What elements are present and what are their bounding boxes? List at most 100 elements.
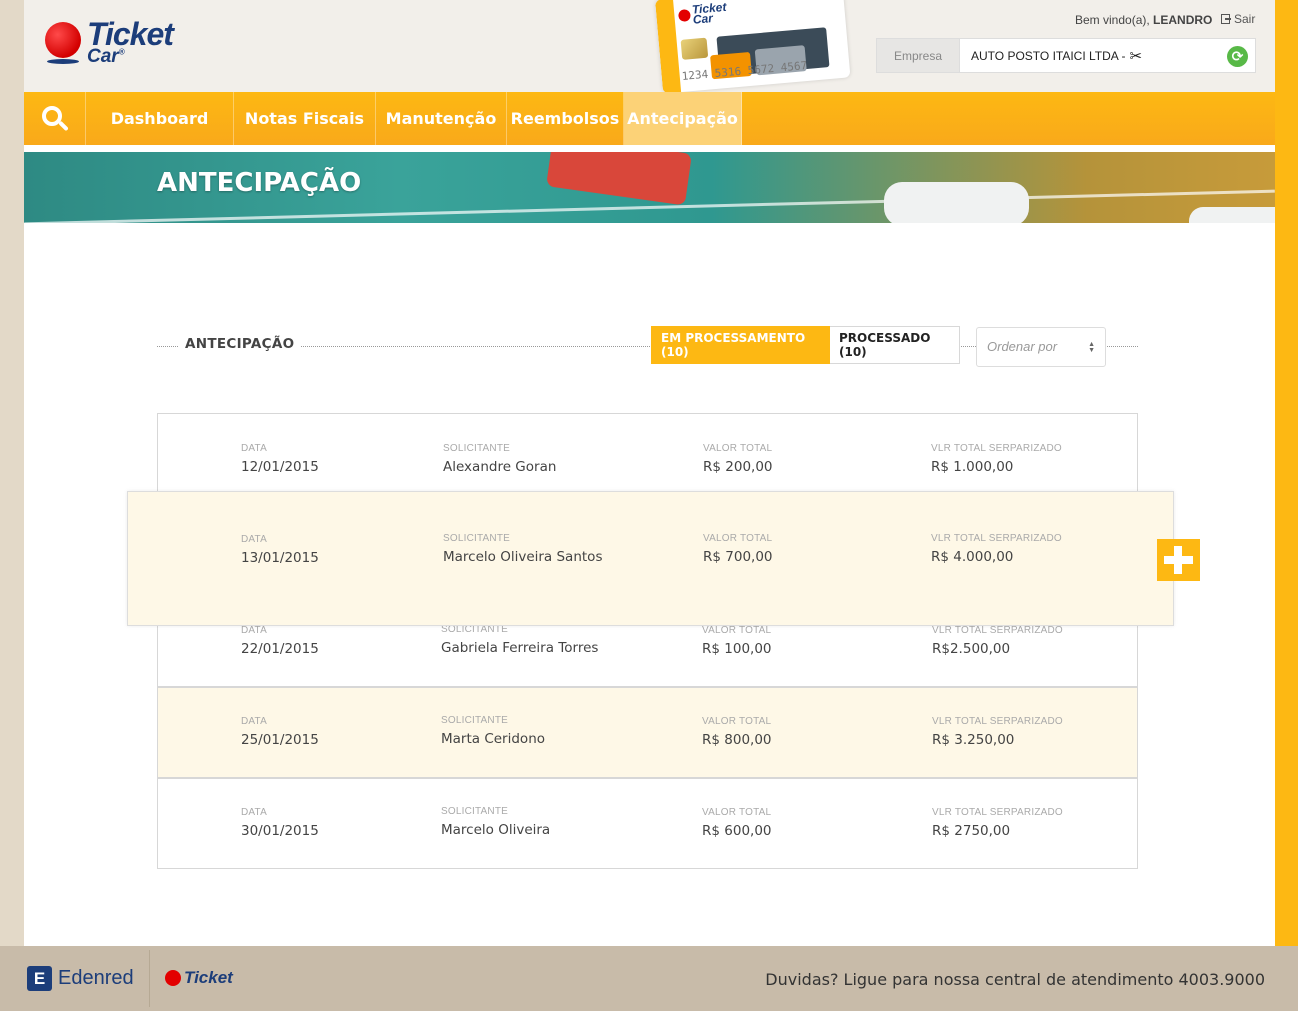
cell-solicitante: SOLICITANTE Marta Ceridono	[441, 715, 545, 747]
cell-valor-total: VALOR TOTAL R$ 800,00	[702, 716, 772, 748]
nav-item-notas-fiscais[interactable]: Notas Fiscais	[234, 92, 376, 145]
label-vlr-total-serparizado: VLR TOTAL SERPARIZADO	[931, 443, 1062, 454]
cell-vlr-total-serparizado: VLR TOTAL SERPARIZADO R$ 4.000,00	[931, 533, 1062, 565]
cell-vlr-total-serparizado: VLR TOTAL SERPARIZADO R$ 1.000,00	[931, 443, 1062, 475]
tab-processado[interactable]: PROCESSADO (10)	[830, 326, 960, 364]
order-by-placeholder: Ordenar por	[987, 339, 1058, 354]
label-solicitante: SOLICITANTE	[443, 443, 511, 454]
logout-link[interactable]: Sair	[1221, 12, 1255, 26]
logo-car-text: Car®	[87, 46, 125, 68]
ticket-car-logo[interactable]: Ticket Car®	[45, 16, 195, 68]
tab-em-processamento[interactable]: EM PROCESSAMENTO (10)	[651, 326, 830, 364]
label-valor-total: VALOR TOTAL	[702, 716, 772, 727]
cell-vlr-total-serparizado: VLR TOTAL SERPARIZADO R$ 3.250,00	[932, 716, 1063, 748]
banner-white-car	[884, 182, 1029, 223]
value-vlr-total-serparizado: R$2.500,00	[932, 641, 1011, 657]
logout-icon	[1221, 14, 1231, 24]
table-row[interactable]: DATA 30/01/2015 SOLICITANTE Marcelo Olivei…	[157, 778, 1138, 869]
value-valor-total: R$ 700,00	[703, 549, 773, 565]
footer-divider	[149, 950, 150, 1007]
value-valor-total: R$ 200,00	[703, 459, 773, 475]
empresa-value-text: AUTO POSTO ITAICI LTDA -	[971, 48, 1126, 63]
right-accent-strip	[1275, 0, 1298, 946]
card-chip-icon	[680, 37, 709, 60]
ticket-footer-logo[interactable]: Ticket	[165, 968, 233, 988]
empresa-label: Empresa	[877, 39, 960, 72]
cell-data: DATA 25/01/2015	[241, 716, 319, 748]
welcome-text: Bem vindo(a),	[1075, 13, 1150, 27]
banner-red-car	[546, 152, 692, 206]
cell-vlr-total-serparizado: VLR TOTAL SERPARIZADO R$2.500,00	[932, 625, 1063, 657]
nav-item-reembolsos[interactable]: Reembolsos	[507, 92, 624, 145]
left-background-strip	[0, 0, 24, 946]
empresa-selector[interactable]: Empresa AUTO POSTO ITAICI LTDA - ✂ ⟳	[876, 38, 1256, 73]
value-data: 12/01/2015	[241, 459, 319, 475]
value-data: 30/01/2015	[241, 823, 319, 839]
table-row[interactable]: DATA 25/01/2015 SOLICITANTE Marta Ceridono…	[157, 687, 1138, 778]
cell-data: DATA 12/01/2015	[241, 443, 319, 475]
logo-car-word: Car	[87, 46, 119, 67]
label-valor-total: VALOR TOTAL	[702, 625, 772, 636]
nav-item-dashboard[interactable]: Dashboard	[86, 92, 234, 145]
main-nav: Dashboard Notas Fiscais Manutenção Reemb…	[24, 92, 1275, 145]
cell-solicitante: SOLICITANTE Marcelo Oliveira Santos	[443, 533, 602, 565]
value-vlr-total-serparizado: R$ 2750,00	[932, 823, 1011, 839]
value-vlr-total-serparizado: R$ 1.000,00	[931, 459, 1014, 475]
table-row-expanded[interactable]: DATA 13/01/2015 SOLICITANTE Marcelo Olivei…	[127, 491, 1174, 626]
section-title: ANTECIPAÇÃO	[179, 336, 301, 352]
nav-item-antecipacao[interactable]: Antecipação	[624, 92, 742, 145]
logo-dot-icon	[45, 22, 81, 58]
label-data: DATA	[241, 807, 267, 818]
cell-data: DATA 13/01/2015	[241, 534, 319, 566]
label-vlr-total-serparizado: VLR TOTAL SERPARIZADO	[932, 625, 1063, 636]
label-vlr-total-serparizado: VLR TOTAL SERPARIZADO	[932, 807, 1063, 818]
cell-vlr-total-serparizado: VLR TOTAL SERPARIZADO R$ 2750,00	[932, 807, 1063, 839]
page-banner: ANTECIPAÇÃO	[24, 152, 1275, 223]
label-data: DATA	[241, 716, 267, 727]
label-solicitante: SOLICITANTE	[441, 806, 509, 817]
empresa-value[interactable]: AUTO POSTO ITAICI LTDA - ✂	[960, 39, 1255, 72]
plus-icon[interactable]	[1157, 539, 1200, 581]
sort-arrows-icon: ▲ ▼	[1088, 341, 1095, 354]
value-solicitante: Gabriela Ferreira Torres	[441, 640, 599, 656]
banner-white-car-2	[1189, 207, 1275, 223]
cell-valor-total: VALOR TOTAL R$ 600,00	[702, 807, 772, 839]
value-solicitante: Marta Ceridono	[441, 731, 546, 747]
nav-search-button[interactable]	[24, 92, 86, 145]
edenred-logo[interactable]: E Edenred	[27, 966, 134, 991]
value-vlr-total-serparizado: R$ 3.250,00	[932, 732, 1015, 748]
card-illustration: Ticket Car 1234 5316 5672 4567	[655, 0, 851, 94]
page-title: ANTECIPAÇÃO	[157, 168, 362, 198]
value-solicitante: Alexandre Goran	[443, 459, 557, 475]
label-valor-total: VALOR TOTAL	[703, 443, 773, 454]
ticket-footer-text: Ticket	[184, 968, 233, 987]
label-solicitante: SOLICITANTE	[441, 715, 509, 726]
cell-solicitante: SOLICITANTE Gabriela Ferreira Torres	[441, 624, 598, 656]
cell-valor-total: VALOR TOTAL R$ 100,00	[702, 625, 772, 657]
value-data: 13/01/2015	[241, 550, 319, 566]
status-tabs: EM PROCESSAMENTO (10) PROCESSADO (10)	[651, 326, 960, 364]
value-solicitante: Marcelo Oliveira	[441, 822, 551, 838]
label-data: DATA	[241, 443, 267, 454]
order-by-select[interactable]: Ordenar por ▲ ▼	[976, 327, 1106, 367]
cell-data: DATA 22/01/2015	[241, 625, 319, 657]
user-name: LEANDRO	[1153, 13, 1213, 27]
table-row[interactable]: DATA 12/01/2015 SOLICITANTE Alexandre Gora…	[157, 413, 1138, 495]
ticket-dot-icon	[165, 970, 181, 986]
logout-label: Sair	[1234, 12, 1256, 26]
nav-item-manutencao[interactable]: Manutenção	[376, 92, 507, 145]
refresh-icon[interactable]: ⟳	[1227, 46, 1248, 67]
cell-solicitante: SOLICITANTE Alexandre Goran	[443, 443, 556, 475]
edenred-icon: E	[27, 966, 52, 991]
tools-icon: ✂	[1129, 47, 1143, 65]
welcome-message: Bem vindo(a), LEANDRO	[1075, 13, 1212, 27]
cell-valor-total: VALOR TOTAL R$ 700,00	[703, 533, 773, 565]
value-data: 22/01/2015	[241, 641, 319, 657]
logo-registered-mark: ®	[118, 47, 125, 57]
label-data: DATA	[241, 534, 267, 545]
cell-solicitante: SOLICITANTE Marcelo Oliveira	[441, 806, 550, 838]
value-vlr-total-serparizado: R$ 4.000,00	[931, 549, 1014, 565]
search-icon	[41, 105, 62, 126]
label-valor-total: VALOR TOTAL	[702, 807, 772, 818]
cell-data: DATA 30/01/2015	[241, 807, 319, 839]
